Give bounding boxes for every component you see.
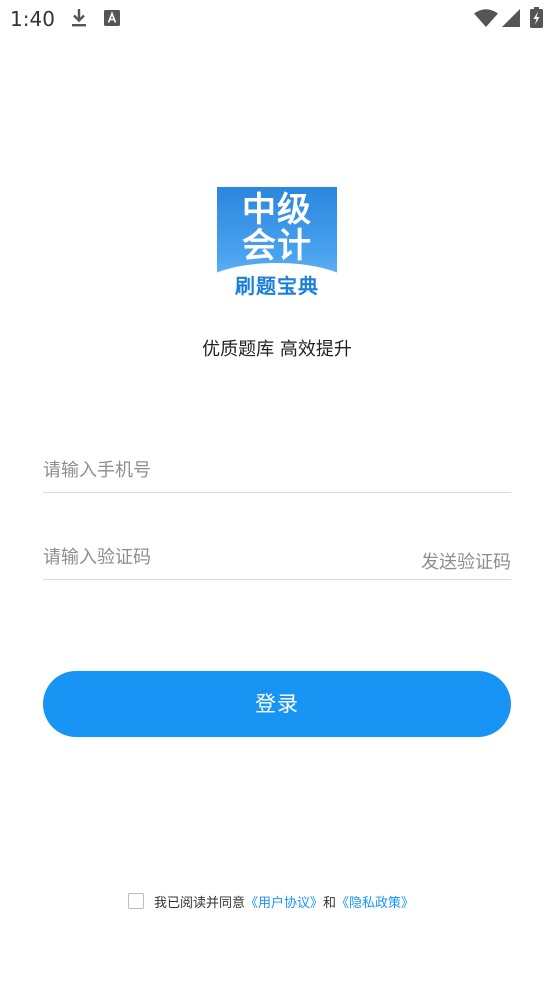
app-logo: 中级 会计 刷题宝典 (217, 187, 337, 298)
login-button[interactable]: 登录 (43, 671, 511, 737)
send-code-button[interactable]: 发送验证码 (421, 548, 511, 574)
slogan: 优质题库 高效提升 (202, 339, 352, 360)
signal-icon (502, 9, 520, 27)
battery-charging-icon (530, 7, 543, 28)
status-time: 1:40 (10, 7, 55, 31)
agreement-and: 和 (323, 895, 337, 911)
privacy-policy-link[interactable]: 《隐私政策》 (336, 892, 414, 911)
agreement-row: 我已阅读并同意 《用户协议》 和 《隐私政策》 (128, 890, 414, 912)
agreement-prefix: 我已阅读并同意 (154, 895, 246, 911)
wifi-icon (474, 9, 498, 27)
logo-text-line1: 中级 (242, 190, 312, 230)
verification-code-input[interactable] (43, 547, 343, 568)
keyboard-a-icon (104, 10, 120, 26)
agreement-checkbox[interactable] (128, 893, 144, 909)
logo-text-line2: 会计 (242, 226, 312, 266)
download-icon (72, 9, 86, 27)
status-bar: 1:40 (0, 0, 554, 36)
phone-input[interactable] (43, 460, 343, 481)
phone-field (43, 452, 511, 493)
user-agreement-link[interactable]: 《用户协议》 (245, 892, 323, 911)
logo-text-line3: 刷题宝典 (235, 274, 319, 298)
code-field: 发送验证码 (43, 539, 511, 580)
